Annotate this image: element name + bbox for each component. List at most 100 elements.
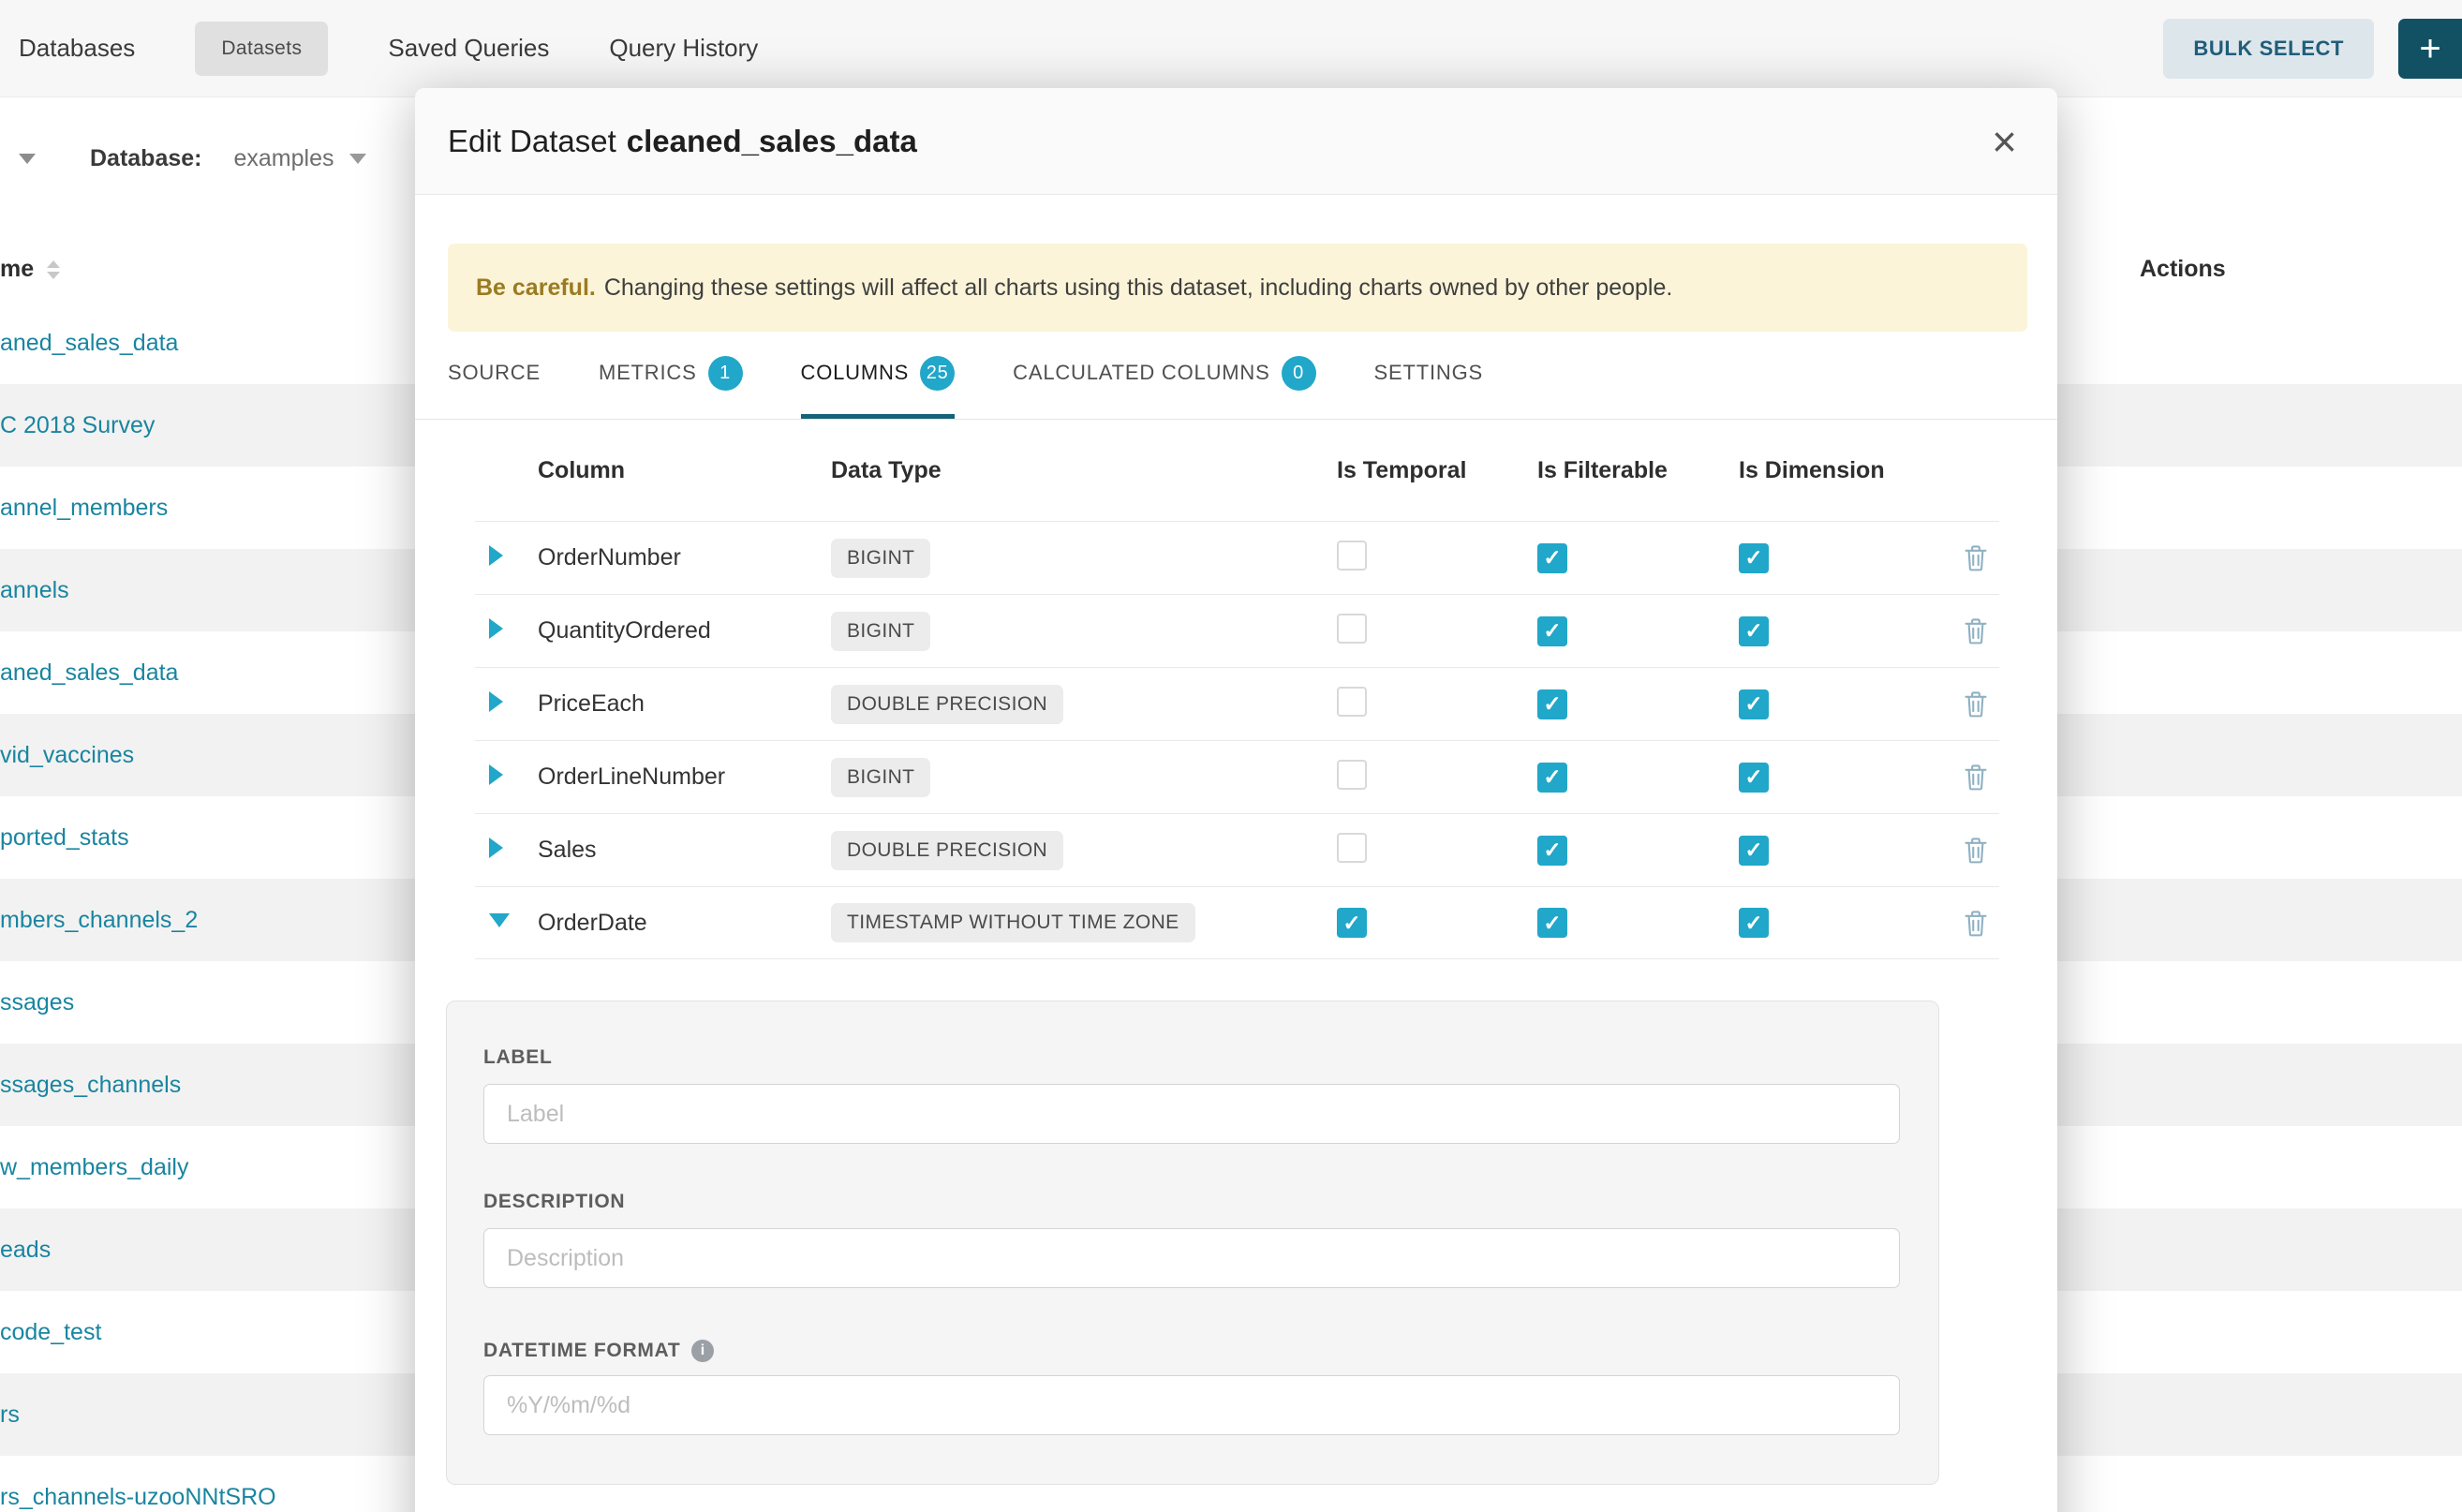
is-temporal-checkbox[interactable] (1337, 541, 1367, 571)
is-dimension-checkbox[interactable] (1739, 836, 1769, 866)
nav-tab-query-history[interactable]: Query History (609, 34, 758, 63)
is-dimension-checkbox[interactable] (1739, 616, 1769, 646)
label-field-label: LABEL (483, 1046, 1898, 1069)
dataset-link[interactable]: aned_sales_data (0, 660, 178, 687)
dataset-link[interactable]: annel_members (0, 495, 168, 522)
edit-dataset-modal: Edit Dataset cleaned_sales_data × Be car… (415, 88, 2057, 1512)
column-row: OrderNumber BIGINT (475, 521, 1999, 594)
tab-count-badge: 25 (920, 356, 955, 391)
nav-tab-databases[interactable]: Databases (19, 34, 135, 63)
dataset-link[interactable]: aned_sales_data (0, 330, 178, 357)
modal-title: Edit Dataset cleaned_sales_data (448, 124, 917, 159)
chevron-down-icon[interactable] (19, 154, 36, 164)
is-filterable-checkbox[interactable] (1537, 836, 1567, 866)
warning-text: Changing these settings will affect all … (604, 274, 1673, 302)
description-input[interactable] (483, 1228, 1900, 1288)
tab-source[interactable]: SOURCE (448, 332, 541, 419)
name-column-header[interactable]: me (0, 256, 34, 283)
label-input[interactable] (483, 1084, 1900, 1144)
sort-icon[interactable] (47, 260, 60, 279)
is-filterable-checkbox[interactable] (1537, 908, 1567, 938)
is-dimension-checkbox[interactable] (1739, 763, 1769, 793)
database-filter-value[interactable]: examples (234, 145, 334, 172)
expand-caret-icon[interactable] (489, 913, 510, 927)
dataset-link[interactable]: rs (0, 1401, 20, 1429)
plus-icon: + (2419, 30, 2440, 67)
dataset-link[interactable]: C 2018 Survey (0, 412, 155, 439)
is-temporal-checkbox[interactable] (1337, 687, 1367, 717)
is-filterable-checkbox[interactable] (1537, 543, 1567, 573)
modal-tabs: SOURCE METRICS 1 COLUMNS 25 CALCULATED C… (415, 332, 2057, 420)
column-name: OrderLineNumber (538, 763, 831, 791)
data-type-pill: BIGINT (831, 612, 930, 651)
tab-columns[interactable]: COLUMNS 25 (801, 332, 956, 419)
datetime-format-field-label: DATETIME FORMAT (483, 1340, 1898, 1362)
expand-caret-icon[interactable] (489, 691, 503, 712)
data-type-pill: BIGINT (831, 758, 930, 797)
column-row: OrderDate TIMESTAMP WITHOUT TIME ZONE (475, 886, 1999, 959)
warning-banner: Be careful. Changing these settings will… (448, 244, 2027, 332)
dataset-link[interactable]: annels (0, 577, 69, 604)
filter-bar: Database: examples (0, 126, 366, 190)
expand-caret-icon[interactable] (489, 838, 503, 858)
datetime-format-input[interactable] (483, 1375, 1900, 1435)
add-dataset-button[interactable]: + (2398, 19, 2462, 79)
tab-count-badge: 0 (1282, 356, 1316, 391)
column-name: PriceEach (538, 690, 831, 718)
dataset-link[interactable]: code_test (0, 1319, 101, 1346)
column-row: PriceEach DOUBLE PRECISION (475, 667, 1999, 740)
data-type-header: Data Type (831, 457, 1337, 484)
tab-metrics[interactable]: METRICS 1 (599, 332, 743, 419)
is-temporal-header: Is Temporal (1337, 457, 1537, 484)
is-temporal-checkbox[interactable] (1337, 908, 1367, 938)
datasets-page: Database: examples me Actions aned_sales… (0, 0, 2462, 1512)
info-icon[interactable] (691, 1340, 714, 1362)
trash-icon[interactable] (1964, 690, 1988, 718)
is-dimension-checkbox[interactable] (1739, 908, 1769, 938)
expand-caret-icon[interactable] (489, 764, 503, 785)
dataset-link[interactable]: ssages (0, 989, 74, 1016)
is-temporal-checkbox[interactable] (1337, 760, 1367, 790)
chevron-down-icon[interactable] (349, 154, 366, 164)
close-icon[interactable]: × (1992, 120, 2017, 163)
dataset-link[interactable]: vid_vaccines (0, 742, 134, 769)
column-name: OrderDate (538, 910, 831, 937)
is-filterable-checkbox[interactable] (1537, 616, 1567, 646)
is-filterable-checkbox[interactable] (1537, 689, 1567, 719)
is-dimension-header: Is Dimension (1739, 457, 1936, 484)
data-type-pill: DOUBLE PRECISION (831, 831, 1063, 870)
data-type-pill: TIMESTAMP WITHOUT TIME ZONE (831, 903, 1195, 942)
nav-tab-datasets[interactable]: Datasets (195, 22, 328, 76)
expand-caret-icon[interactable] (489, 545, 503, 566)
actions-column-header: Actions (2140, 256, 2226, 283)
dataset-link[interactable]: ported_stats (0, 824, 129, 852)
trash-icon[interactable] (1964, 544, 1988, 571)
trash-icon[interactable] (1964, 910, 1988, 937)
dataset-link[interactable]: ssages_channels (0, 1072, 181, 1099)
modal-title-prefix: Edit Dataset (448, 124, 616, 159)
column-row: QuantityOrdered BIGINT (475, 594, 1999, 667)
column-row: OrderLineNumber BIGINT (475, 740, 1999, 813)
tab-label: SETTINGS (1374, 361, 1483, 385)
dataset-link[interactable]: w_members_daily (0, 1154, 188, 1181)
nav-tab-saved-queries[interactable]: Saved Queries (388, 34, 549, 63)
tab-settings[interactable]: SETTINGS (1374, 332, 1483, 419)
tab-label: COLUMNS (801, 361, 910, 385)
dataset-link[interactable]: eads (0, 1237, 51, 1264)
dataset-link[interactable]: rs_channels-uzooNNtSRO (0, 1484, 276, 1511)
dataset-link[interactable]: mbers_channels_2 (0, 907, 198, 934)
is-dimension-checkbox[interactable] (1739, 689, 1769, 719)
is-temporal-checkbox[interactable] (1337, 833, 1367, 863)
tab-calculated-columns[interactable]: CALCULATED COLUMNS 0 (1013, 332, 1315, 419)
bulk-select-button[interactable]: BULK SELECT (2163, 19, 2374, 79)
trash-icon[interactable] (1964, 617, 1988, 645)
is-filterable-checkbox[interactable] (1537, 763, 1567, 793)
data-type-pill: DOUBLE PRECISION (831, 685, 1063, 724)
trash-icon[interactable] (1964, 763, 1988, 791)
trash-icon[interactable] (1964, 837, 1988, 864)
expand-caret-icon[interactable] (489, 618, 503, 639)
is-filterable-header: Is Filterable (1537, 457, 1739, 484)
is-dimension-checkbox[interactable] (1739, 543, 1769, 573)
is-temporal-checkbox[interactable] (1337, 614, 1367, 644)
modal-title-dataset-name: cleaned_sales_data (627, 124, 917, 159)
